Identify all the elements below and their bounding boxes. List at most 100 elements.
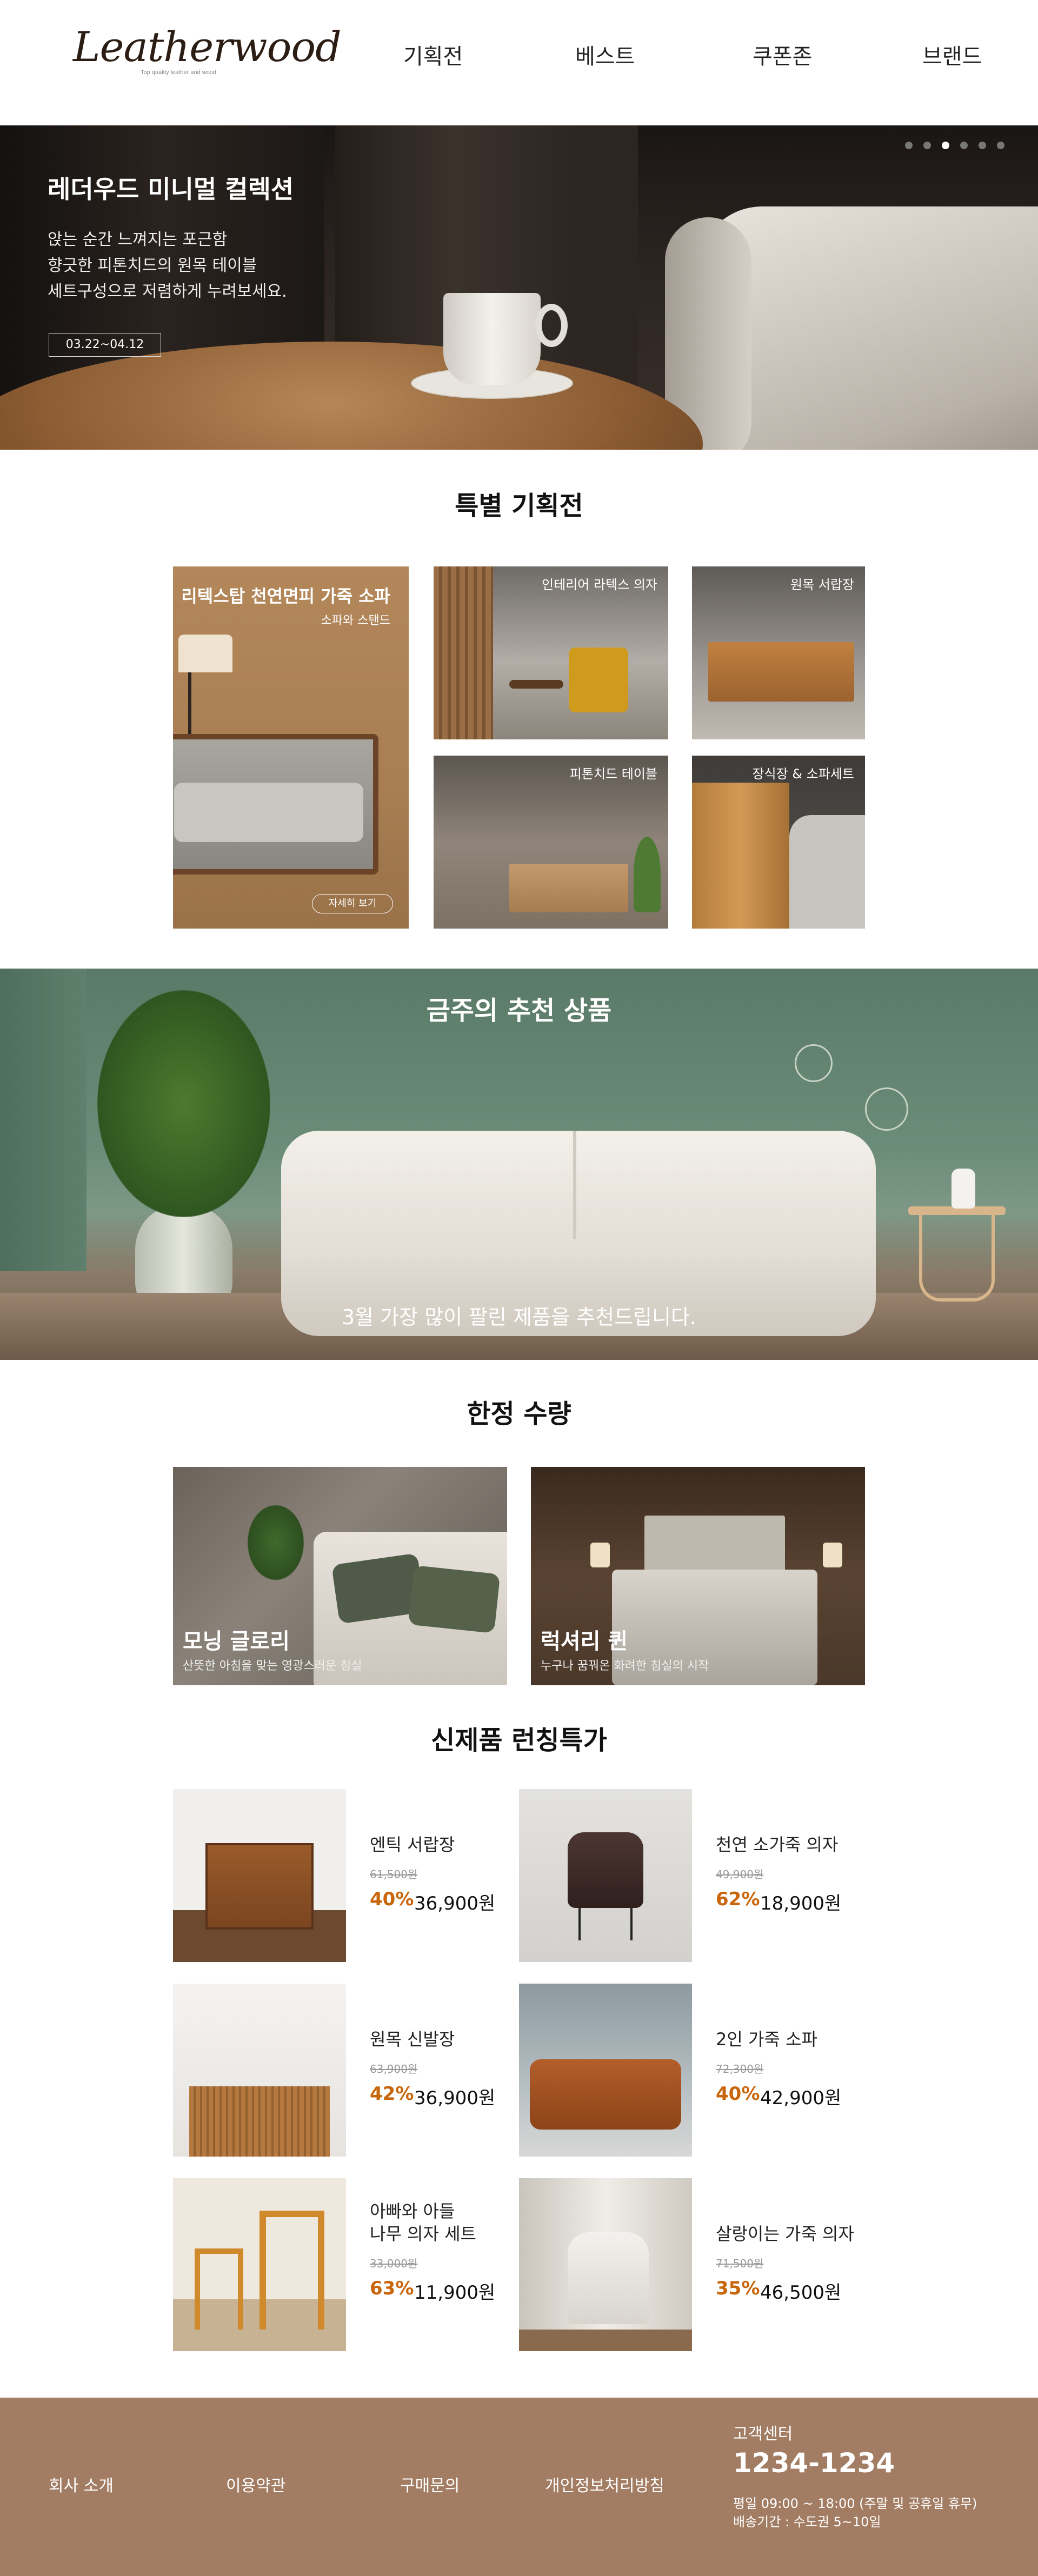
- detail-button[interactable]: 자세히 보기: [312, 894, 393, 913]
- special-main-tile[interactable]: 리텍스탑 천연면피 가죽 소파 소파와 스탠드 자세히 보기: [173, 566, 409, 929]
- leather-chair-image: [568, 1832, 643, 1908]
- product-image[interactable]: [519, 2178, 692, 2351]
- slide-dot[interactable]: [997, 142, 1004, 149]
- customer-center-title: 고객센터: [733, 2425, 793, 2444]
- nav-item-exhibition[interactable]: 기획전: [403, 39, 463, 70]
- product-image[interactable]: [519, 1789, 692, 1962]
- section-title-launch: 신제품 런칭특가: [431, 1725, 607, 1756]
- white-lounge-chair-image: [568, 2232, 649, 2324]
- hero-text-line: 앉는 순간 느껴지는 포근함: [48, 230, 228, 249]
- side-table-legs-image: [919, 1215, 995, 1302]
- product-name[interactable]: 원목 신발장: [370, 2028, 455, 2051]
- nav-item-brand[interactable]: 브랜드: [922, 39, 982, 70]
- logo[interactable]: Leatherwood: [73, 23, 342, 71]
- coffee-cup-image: [443, 293, 541, 385]
- recommend-title: 금주의 추천 상품: [426, 996, 612, 1026]
- footer-link-terms[interactable]: 이용약관: [226, 2472, 285, 2496]
- product-name[interactable]: 천연 소가죽 의자: [716, 1833, 838, 1856]
- tile-label: 인테리어 라텍스 의자: [542, 577, 657, 592]
- product-discount: 62%: [716, 1888, 760, 1910]
- hero-date-badge: 03.22~04.12: [49, 333, 161, 357]
- hero-title: 레더우드 미니멀 컬렉션: [48, 175, 294, 204]
- wood-slat-wall-image: [434, 566, 493, 739]
- special-tile-phytoncide-table[interactable]: 피톤치드 테이블: [434, 756, 668, 929]
- special-tile-latex-chair[interactable]: 인테리어 라텍스 의자: [434, 566, 668, 739]
- product-original-price: 33,000원: [370, 2257, 418, 2270]
- limited-card-morning-glory[interactable]: 모닝 글로리 산뜻한 아침을 맞는 영광스러운 침실: [173, 1467, 507, 1685]
- product-image[interactable]: [519, 1984, 692, 2157]
- product-original-price: 63,900원: [370, 2063, 418, 2076]
- leather-sofa-image: [530, 2059, 681, 2130]
- product-name[interactable]: 살랑이는 가죽 의자: [716, 2223, 854, 2245]
- armchair-cushion-image: [174, 783, 363, 842]
- slide-dot[interactable]: [905, 142, 913, 149]
- special-tile-drawer[interactable]: 원목 서랍장: [692, 566, 865, 739]
- section-title-special: 특별 기획전: [455, 491, 583, 521]
- limited-card-subtitle: 누구나 꿈꿔온 화려한 침실의 시작: [541, 1659, 709, 1673]
- chair-leg-image: [578, 1908, 581, 1940]
- product-original-price: 72,300원: [716, 2063, 764, 2076]
- wood-shoe-cabinet-image: [189, 2086, 330, 2157]
- slide-dot-active[interactable]: [942, 142, 949, 149]
- site-footer: 회사 소개 이용약관 구매문의 개인정보처리방침 고객센터 1234-1234 …: [0, 2398, 1038, 2576]
- chair-leg-image: [630, 1908, 633, 1940]
- product-discount: 40%: [370, 1888, 414, 1910]
- shipping-period: 배송기간 : 수도권 5~10일: [733, 2514, 881, 2530]
- product-image[interactable]: [173, 2178, 346, 2351]
- section-title-limited: 한정 수량: [467, 1399, 571, 1429]
- wood-chair-image: [260, 2211, 324, 2330]
- product-name[interactable]: 2인 가죽 소파: [716, 2028, 817, 2051]
- product-price: 18,900원: [760, 1893, 842, 1914]
- footer-link-privacy[interactable]: 개인정보처리방침: [545, 2472, 664, 2496]
- product-original-price: 49,900원: [716, 1868, 764, 1881]
- product-image[interactable]: [173, 1789, 346, 1962]
- plant-image: [243, 1499, 308, 1586]
- limited-card-title: 모닝 글로리: [183, 1629, 290, 1654]
- limited-card-subtitle: 산뜻한 아침을 맞는 영광스러운 침실: [183, 1659, 362, 1673]
- hanging-planter-image: [865, 1087, 908, 1131]
- special-main-title: 리텍스탑 천연면피 가죽 소파: [181, 586, 390, 606]
- antique-drawer-image: [205, 1843, 314, 1930]
- footer-link-about[interactable]: 회사 소개: [49, 2472, 114, 2496]
- white-vase-image: [952, 1169, 975, 1209]
- product-image[interactable]: [173, 1984, 346, 2157]
- hero-banner[interactable]: 레더우드 미니멀 컬렉션 앉는 순간 느껴지는 포근함 향긋한 피톤치드의 원목…: [0, 125, 1038, 450]
- hero-text-line: 세트구성으로 저렴하게 누려보세요.: [48, 282, 287, 301]
- floor-lamp-shade-image: [178, 635, 232, 672]
- customer-center-phone[interactable]: 1234-1234: [733, 2447, 895, 2479]
- product-discount: 35%: [716, 2278, 760, 2299]
- bedside-lamp-image: [590, 1543, 610, 1567]
- tile-label: 피톤치드 테이블: [569, 766, 657, 782]
- product-name[interactable]: 엔틱 서랍장: [370, 1833, 455, 1856]
- yellow-chair-image: [569, 648, 628, 712]
- footer-link-inquiry[interactable]: 구매문의: [400, 2472, 460, 2496]
- side-table-image: [509, 680, 563, 689]
- tile-label: 원목 서랍장: [790, 577, 854, 592]
- product-price: 46,500원: [760, 2282, 842, 2304]
- bedside-lamp-image: [823, 1543, 842, 1567]
- nav-item-best[interactable]: 베스트: [575, 39, 635, 70]
- product-price: 36,900원: [414, 2087, 496, 2109]
- site-header: Leatherwood Top quality leather and wood…: [0, 0, 1038, 125]
- slide-dot[interactable]: [979, 142, 986, 149]
- product-price: 36,900원: [414, 1893, 496, 1914]
- slide-dot[interactable]: [923, 142, 931, 149]
- product-original-price: 61,500원: [370, 1868, 418, 1881]
- product-discount: 63%: [370, 2278, 414, 2299]
- logo-tagline: Top quality leather and wood: [141, 69, 217, 76]
- special-tile-cabinet-sofa[interactable]: 장식장 & 소파세트: [692, 756, 865, 929]
- product-original-price: 71,500원: [716, 2257, 764, 2270]
- nav-item-coupon[interactable]: 쿠폰존: [753, 39, 812, 70]
- recommend-banner[interactable]: 금주의 추천 상품 3월 가장 많이 팔린 제품을 추천드립니다.: [0, 969, 1038, 1360]
- limited-card-luxury-queen[interactable]: 럭셔리 퀸 누구나 꿈꿔온 화려한 침실의 시작: [531, 1467, 865, 1685]
- sofa-seam-decor: [573, 1131, 576, 1239]
- business-hours: 평일 09:00 ~ 18:00 (주말 및 공휴일 휴무): [733, 2496, 977, 2511]
- special-main-subtitle: 소파와 스탠드: [321, 614, 390, 628]
- product-name[interactable]: 아빠와 아들 나무 의자 세트: [370, 2200, 476, 2245]
- plant-image: [634, 837, 661, 912]
- limited-card-title: 럭셔리 퀸: [541, 1629, 628, 1654]
- slide-dot[interactable]: [960, 142, 968, 149]
- recommend-caption: 3월 가장 많이 팔린 제품을 추천드립니다.: [341, 1305, 696, 1329]
- product-price: 42,900원: [760, 2087, 842, 2109]
- tile-label: 장식장 & 소파세트: [752, 766, 854, 782]
